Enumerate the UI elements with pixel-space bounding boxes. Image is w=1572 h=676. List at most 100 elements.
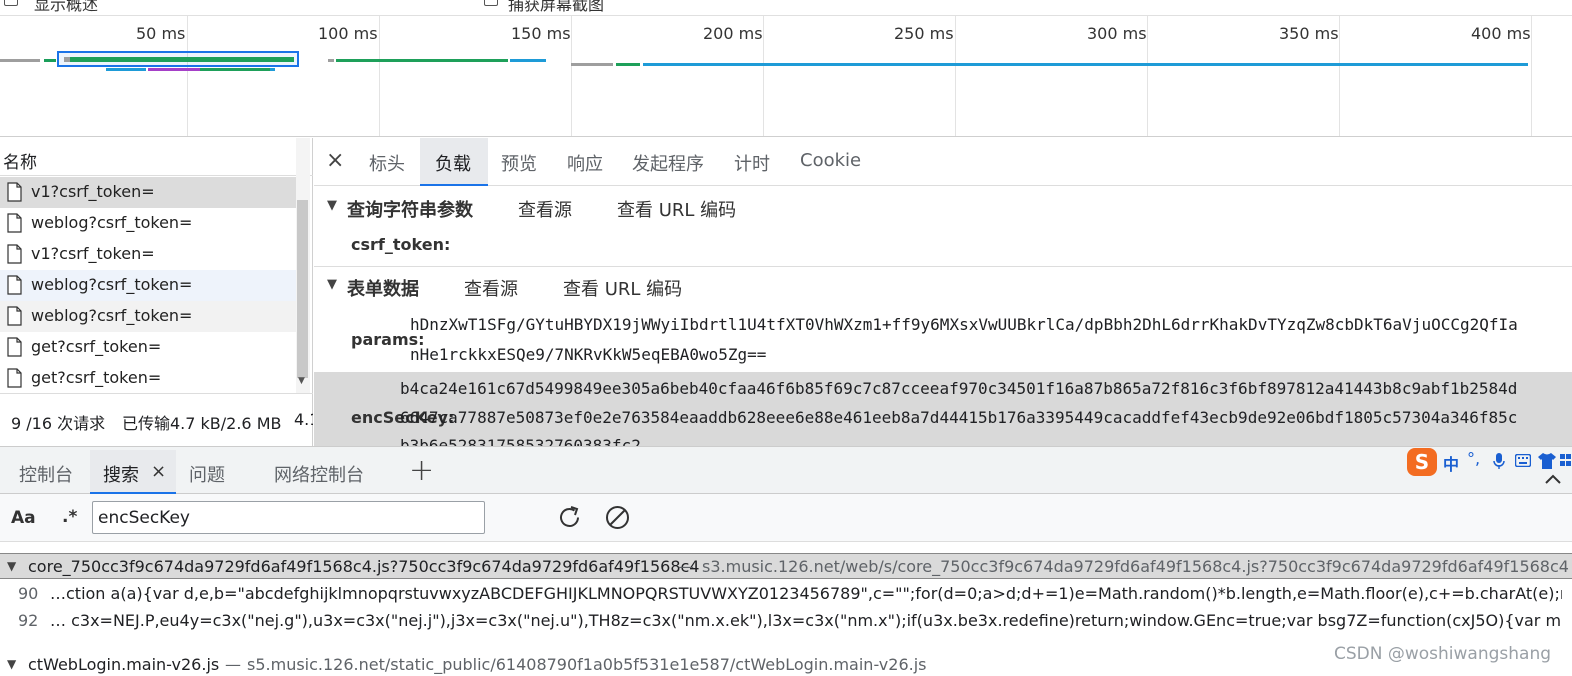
add-tab-icon[interactable]: + xyxy=(409,453,434,488)
request-row[interactable]: v1?csrf_token= xyxy=(0,239,296,270)
sogou-logo-icon[interactable]: S xyxy=(1407,448,1437,476)
timeline-bar xyxy=(200,68,270,71)
keyboard-icon[interactable] xyxy=(1515,454,1531,467)
regex-toggle[interactable]: .* xyxy=(62,507,77,527)
enc-value-line[interactable]: b4ca24e161c67d5499849ee305a6beb40cfaa46f… xyxy=(400,379,1517,398)
document-icon xyxy=(7,182,22,202)
search-input[interactable]: encSecKey xyxy=(98,508,190,528)
tab-timing[interactable]: 计时 xyxy=(734,150,770,176)
result-line-number: 90 xyxy=(18,584,39,603)
expand-triangle-icon[interactable]: ▼ xyxy=(327,277,337,292)
document-icon xyxy=(7,337,22,357)
name-column-header[interactable]: 名称 xyxy=(3,148,37,173)
params-value-line[interactable]: nHe1rckkxESQe9/7NKRvKkW5eqEBA0wo5Zg== xyxy=(410,345,766,364)
result-separator: — xyxy=(225,655,241,674)
enc-sec-key-row[interactable]: b4ca24e161c67d5499849ee305a6beb40cfaa46f… xyxy=(314,372,1572,446)
view-source-link[interactable]: 查看源 xyxy=(518,196,572,222)
request-name: weblog?csrf_token= xyxy=(31,275,193,294)
search-input-box[interactable]: encSecKey xyxy=(92,501,485,534)
scroll-down-icon[interactable]: ▼ xyxy=(298,376,305,386)
request-row[interactable]: weblog?csrf_token= xyxy=(0,301,296,332)
request-name: v1?csrf_token= xyxy=(31,244,155,263)
timeline-bar xyxy=(106,68,146,71)
collapse-chevron-icon[interactable] xyxy=(1544,473,1562,485)
scrollbar-thumb[interactable] xyxy=(297,200,308,378)
query-params-section-header[interactable]: ▼ 查询字符串参数 查看源 查看 URL 编码 xyxy=(314,190,1572,230)
tab-response[interactable]: 响应 xyxy=(567,150,603,176)
timeline-tick: 250 ms xyxy=(894,24,954,43)
microphone-icon[interactable] xyxy=(1493,453,1505,470)
result-file-url: s5.music.126.net/static_public/61408790f… xyxy=(247,655,927,674)
timeline-bar xyxy=(616,63,640,66)
tab-headers[interactable]: 标头 xyxy=(369,150,405,176)
view-url-encoded-link[interactable]: 查看 URL 编码 xyxy=(563,275,682,301)
timeline-tick: 50 ms xyxy=(136,24,186,43)
tab-search[interactable]: 搜索 xyxy=(103,461,139,487)
toolbox-icon[interactable] xyxy=(1559,453,1572,469)
request-row[interactable]: get?csrf_token= xyxy=(0,363,296,394)
enc-value-line[interactable]: b3b6e52831758532760383fc2 xyxy=(400,436,641,446)
form-data-section-header[interactable]: ▼ 表单数据 查看源 查看 URL 编码 xyxy=(314,269,1572,309)
watermark-text: CSDN @woshiwangshang xyxy=(1334,644,1552,664)
screenshot-checkbox[interactable] xyxy=(484,0,498,6)
params-value-line[interactable]: hDnzXwT1SFg/GYtuHBYDX19jWWyiIbdrtl1U4tfX… xyxy=(410,315,1518,334)
close-icon[interactable]: × xyxy=(326,148,344,173)
document-icon xyxy=(7,306,22,326)
punctuation-icon[interactable]: °, xyxy=(1467,449,1480,468)
timeline-gridline xyxy=(1147,16,1148,136)
view-source-link[interactable]: 查看源 xyxy=(464,275,518,301)
view-url-encoded-link[interactable]: 查看 URL 编码 xyxy=(617,196,736,222)
timeline-bar xyxy=(643,63,1528,66)
drawer-tab-bar: 控制台 搜索 × 问题 网络控制台 + S 中 °, xyxy=(0,446,1572,494)
expand-triangle-icon[interactable]: ▼ xyxy=(7,559,16,573)
close-tab-icon[interactable]: × xyxy=(151,461,166,482)
tab-payload[interactable]: 负载 xyxy=(435,150,471,176)
refresh-icon[interactable] xyxy=(556,504,583,531)
timeline-gridline xyxy=(1531,16,1532,136)
timeline-bar xyxy=(328,59,334,62)
tab-preview[interactable]: 预览 xyxy=(501,150,537,176)
network-timeline-overview[interactable]: 50 ms 100 ms 150 ms 200 ms 250 ms 300 ms… xyxy=(0,16,1572,137)
result-file-header[interactable]: ▼ core_750cc3f9c674da9729fd6af49f1568c4.… xyxy=(0,553,1572,579)
clear-icon[interactable] xyxy=(604,504,631,531)
request-row[interactable]: weblog?csrf_token= xyxy=(0,208,296,239)
tab-network-console[interactable]: 网络控制台 xyxy=(274,461,364,487)
request-row[interactable]: get?csrf_token= xyxy=(0,332,296,363)
result-line[interactable]: 90 …ction a(a){var d,e,b="abcdefghijklmn… xyxy=(0,581,1572,608)
match-case-toggle[interactable]: Aa xyxy=(11,508,36,528)
request-row[interactable]: weblog?csrf_token= xyxy=(0,270,296,301)
ime-chinese-mode[interactable]: 中 xyxy=(1443,451,1459,475)
expand-triangle-icon[interactable]: ▼ xyxy=(7,657,16,671)
tab-console[interactable]: 控制台 xyxy=(19,461,73,487)
param-key: csrf_token: xyxy=(351,235,451,254)
timeline-bar xyxy=(270,68,275,71)
timeline-bar xyxy=(44,59,56,62)
request-list-scrollbar[interactable]: ▼ xyxy=(296,138,310,393)
result-line-text: …ction a(a){var d,e,b="abcdefghijklmnopq… xyxy=(50,584,1562,603)
search-toolbar: Aa .* encSecKey xyxy=(0,494,1572,542)
overview-checkbox[interactable] xyxy=(4,0,18,6)
skin-shirt-icon[interactable] xyxy=(1538,453,1556,469)
result-file-url: s3.music.126.net/web/s/core_750cc3f9c674… xyxy=(702,557,1569,576)
result-line-number: 92 xyxy=(18,611,39,630)
timeline-bar xyxy=(148,68,200,71)
result-line[interactable]: 92 … c3x=NEJ.P,eu4y=c3x("nej.g"),u3x=c3x… xyxy=(0,608,1572,635)
timeline-tick: 200 ms xyxy=(703,24,763,43)
expand-triangle-icon[interactable]: ▼ xyxy=(327,198,337,213)
timeline-bar xyxy=(336,59,508,62)
document-icon xyxy=(7,368,22,388)
request-name: v1?csrf_token= xyxy=(31,182,155,201)
timeline-bar xyxy=(64,57,294,62)
tab-issues[interactable]: 问题 xyxy=(189,461,225,487)
enc-value-line[interactable]: 6647ca77887e50873ef0e2e763584eaaddb628ee… xyxy=(400,408,1517,427)
screenshot-checkbox-label: 捕获屏幕截图 xyxy=(508,0,605,14)
tab-initiator[interactable]: 发起程序 xyxy=(632,150,704,176)
request-list-header[interactable]: 名称 ▲ xyxy=(0,138,313,176)
request-count: 9 /16 次请求 xyxy=(11,414,106,433)
timeline-gridline xyxy=(955,16,956,136)
overview-checkbox-label: 显示概述 xyxy=(34,0,99,14)
tab-cookie[interactable]: Cookie xyxy=(800,150,861,171)
request-row[interactable]: v1?csrf_token= xyxy=(0,177,296,208)
timeline-tick: 100 ms xyxy=(318,24,378,43)
details-tab-bar: × 标头 负载 预览 响应 发起程序 计时 Cookie xyxy=(314,138,1572,186)
